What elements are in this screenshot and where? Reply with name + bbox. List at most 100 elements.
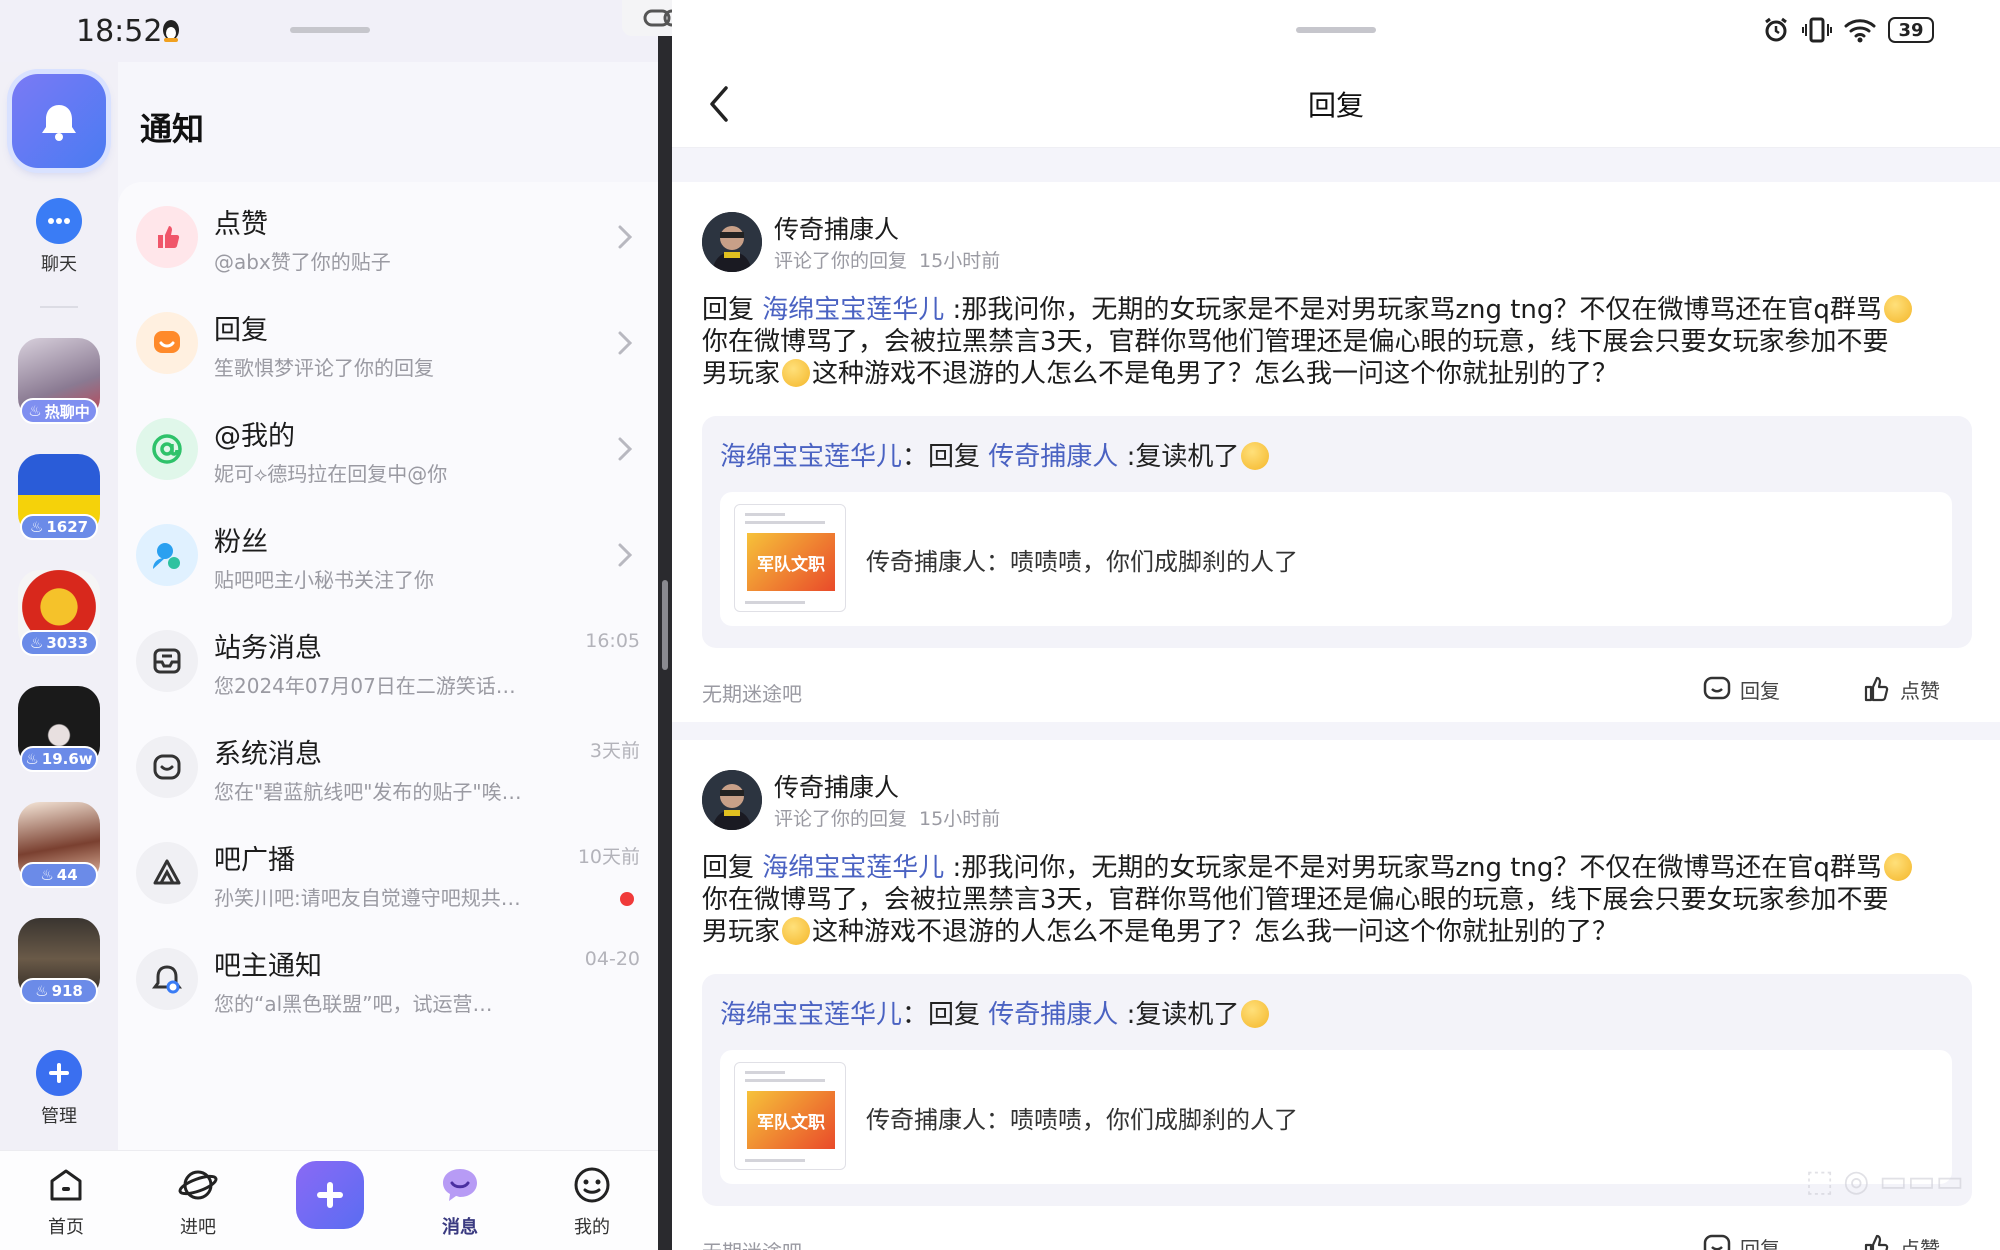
- notification-item[interactable]: @我的 妮可⟡德玛拉在回复中@你: [118, 396, 658, 504]
- thumb-up-icon: [1864, 1234, 1889, 1250]
- emoji-icon: [1883, 295, 1912, 323]
- reply-pane: 39 回复 传奇捕康人 评论了你的回复 15小时前 回复 海绵宝宝莲华儿 :那我问…: [672, 0, 2000, 1250]
- split-drag-handle[interactable]: [662, 580, 668, 670]
- forum-badge: ♨ 19.6w: [20, 746, 98, 772]
- notification-time: 04-20: [584, 948, 640, 970]
- flame-icon: ♨: [40, 866, 54, 884]
- avatar[interactable]: [702, 212, 762, 272]
- notification-item[interactable]: 回复 笙歌惧梦评论了你的回复: [118, 290, 658, 398]
- reply-body: 回复 海绵宝宝莲华儿 :那我问你，无期的女玩家是不是对男玩家骂zng tng？不…: [702, 852, 1972, 948]
- original-post[interactable]: 军队文职 传奇捕康人：啧啧啧，你们成脚刹的人了: [720, 492, 1952, 626]
- notification-pane: 18:52 聊天 ♨ 热聊中 ♨ 1627 ♨ 3033 ♨ 19.6w ♨ 4…: [0, 0, 658, 1250]
- comment-icon: [1703, 1234, 1731, 1250]
- quote-target-link[interactable]: 传奇捕康人: [988, 442, 1118, 472]
- window-grab-bar[interactable]: [290, 27, 370, 33]
- chat-icon: [36, 198, 82, 244]
- chevron-right-icon: [618, 543, 633, 567]
- original-post[interactable]: 军队文职 传奇捕康人：啧啧啧，你们成脚刹的人了: [720, 1050, 1952, 1184]
- broadcast-icon: [136, 842, 198, 904]
- nav-profile[interactable]: 我的: [552, 1165, 632, 1239]
- flame-icon: ♨: [29, 634, 44, 652]
- laughing-emoji-icon: [1241, 442, 1270, 470]
- thumb-up-icon: [1864, 676, 1889, 702]
- reply-button[interactable]: 回复: [1702, 674, 1780, 704]
- notification-item[interactable]: 吧主通知 您的“al黑色联盟”吧，试运营… 04-20: [118, 926, 658, 1034]
- thumb-up-icon: [136, 206, 198, 268]
- emoji-icon: [1883, 853, 1912, 881]
- window-grab-bar[interactable]: [1296, 27, 1376, 33]
- quote-author-link[interactable]: 海绵宝宝莲华儿: [720, 1000, 902, 1030]
- author-name[interactable]: 传奇捕康人: [774, 768, 899, 804]
- forum-badge: ♨ 44: [20, 862, 98, 888]
- reply-icon: [136, 312, 198, 374]
- forum-shortcut[interactable]: ♨ 918: [18, 918, 100, 1008]
- manage-button[interactable]: 管理: [0, 1050, 118, 1128]
- reply-button[interactable]: 回复: [1702, 1232, 1780, 1250]
- thumbnail-banner: 军队文职: [747, 533, 835, 591]
- notification-title: 回复: [214, 315, 268, 346]
- wifi-icon: [1844, 19, 1876, 43]
- mentioned-user-link[interactable]: 海绵宝宝莲华儿: [762, 295, 944, 325]
- notification-time: 10天前: [577, 846, 640, 868]
- author-name[interactable]: 传奇捕康人: [774, 210, 899, 246]
- at-icon: [136, 418, 198, 480]
- reply-header: 回复: [672, 62, 2000, 148]
- forum-shortcut[interactable]: ♨ 19.6w: [18, 686, 100, 776]
- flame-icon: ♨: [28, 402, 42, 420]
- notification-time: 3天前: [589, 740, 640, 762]
- notification-item[interactable]: 点赞 @abx赞了你的贴子: [118, 184, 658, 292]
- notification-item[interactable]: 系统消息 您在"碧蓝航线吧"发布的贴子"唉… 3天前: [118, 714, 658, 822]
- bell-icon: [42, 105, 76, 141]
- forum-shortcut[interactable]: ♨ 1627: [18, 454, 100, 544]
- vibrate-icon: [1802, 17, 1832, 43]
- emoji-icon: [782, 917, 811, 945]
- notification-item[interactable]: 粉丝 贴吧吧主小秘书关注了你: [118, 502, 658, 610]
- notification-item[interactable]: 吧广播 孙笑川吧:请吧友自觉遵守吧规共… 10天前: [118, 820, 658, 928]
- like-button[interactable]: 点赞: [1862, 1232, 1940, 1250]
- notification-title: @我的: [214, 421, 295, 452]
- nav-messages[interactable]: 消息: [420, 1165, 500, 1239]
- notification-preview: @abx赞了你的贴子: [214, 250, 391, 274]
- forum-name[interactable]: 无期迷途吧: [702, 678, 802, 707]
- system-icon: [136, 736, 198, 798]
- nav-forums[interactable]: 进吧: [158, 1165, 238, 1239]
- battery-indicator: 39: [1888, 17, 1934, 43]
- message-icon: [443, 1169, 477, 1201]
- planet-icon: [178, 1170, 218, 1200]
- chevron-right-icon: [618, 225, 633, 249]
- plus-icon: [36, 1050, 82, 1096]
- notification-title: 吧主通知: [214, 951, 322, 982]
- forum-name[interactable]: 无期迷途吧: [702, 1236, 802, 1250]
- chat-tab[interactable]: 聊天: [0, 198, 118, 276]
- notification-preview: 您的“al黑色联盟”吧，试运营…: [214, 992, 493, 1016]
- quote-line: 海绵宝宝莲华儿：回复 传奇捕康人 :复读机了: [720, 436, 1271, 473]
- like-button[interactable]: 点赞: [1862, 674, 1940, 704]
- admin-bell-icon: [136, 948, 198, 1010]
- quote-target-link[interactable]: 传奇捕康人: [988, 1000, 1118, 1030]
- mentioned-user-link[interactable]: 海绵宝宝莲华儿: [762, 853, 944, 883]
- avatar[interactable]: [702, 770, 762, 830]
- forum-shortcut[interactable]: ♨ 44: [18, 802, 100, 892]
- notification-item[interactable]: 站务消息 您2024年07月07日在二游笑话… 16:05: [118, 608, 658, 716]
- reply-card[interactable]: 传奇捕康人 评论了你的回复 15小时前 回复 海绵宝宝莲华儿 :那我问你，无期的女…: [672, 740, 2000, 1250]
- nav-profile-label: 我的: [574, 1217, 610, 1238]
- comment-icon: [1703, 676, 1731, 700]
- quoted-thread[interactable]: 海绵宝宝莲华儿：回复 传奇捕康人 :复读机了 军队文职 传奇捕康人：啧啧啧，你们…: [702, 416, 1972, 648]
- post-button[interactable]: [296, 1161, 364, 1229]
- card-footer: 无期迷途吧 回复 点赞: [702, 1230, 1972, 1250]
- nav-home[interactable]: 首页: [26, 1165, 106, 1239]
- reply-card[interactable]: 传奇捕康人 评论了你的回复 15小时前 回复 海绵宝宝莲华儿 :那我问你，无期的女…: [672, 182, 2000, 722]
- notification-time: 16:05: [585, 630, 640, 652]
- post-thumbnail: 军队文职: [734, 1062, 846, 1170]
- forum-shortcut[interactable]: ♨ 热聊中: [18, 338, 100, 428]
- manage-label: 管理: [41, 1106, 77, 1127]
- quote-author-link[interactable]: 海绵宝宝莲华儿: [720, 442, 902, 472]
- clock: 18:52: [76, 14, 163, 49]
- chat-label: 聊天: [41, 254, 77, 275]
- plus-icon: [317, 1182, 343, 1208]
- quoted-thread[interactable]: 海绵宝宝莲华儿：回复 传奇捕康人 :复读机了 军队文职 传奇捕康人：啧啧啧，你们…: [702, 974, 1972, 1206]
- forum-badge: ♨ 热聊中: [20, 398, 98, 424]
- forum-shortcut[interactable]: ♨ 3033: [18, 570, 100, 660]
- notification-tab[interactable]: [12, 74, 106, 168]
- post-thumbnail: 军队文职: [734, 504, 846, 612]
